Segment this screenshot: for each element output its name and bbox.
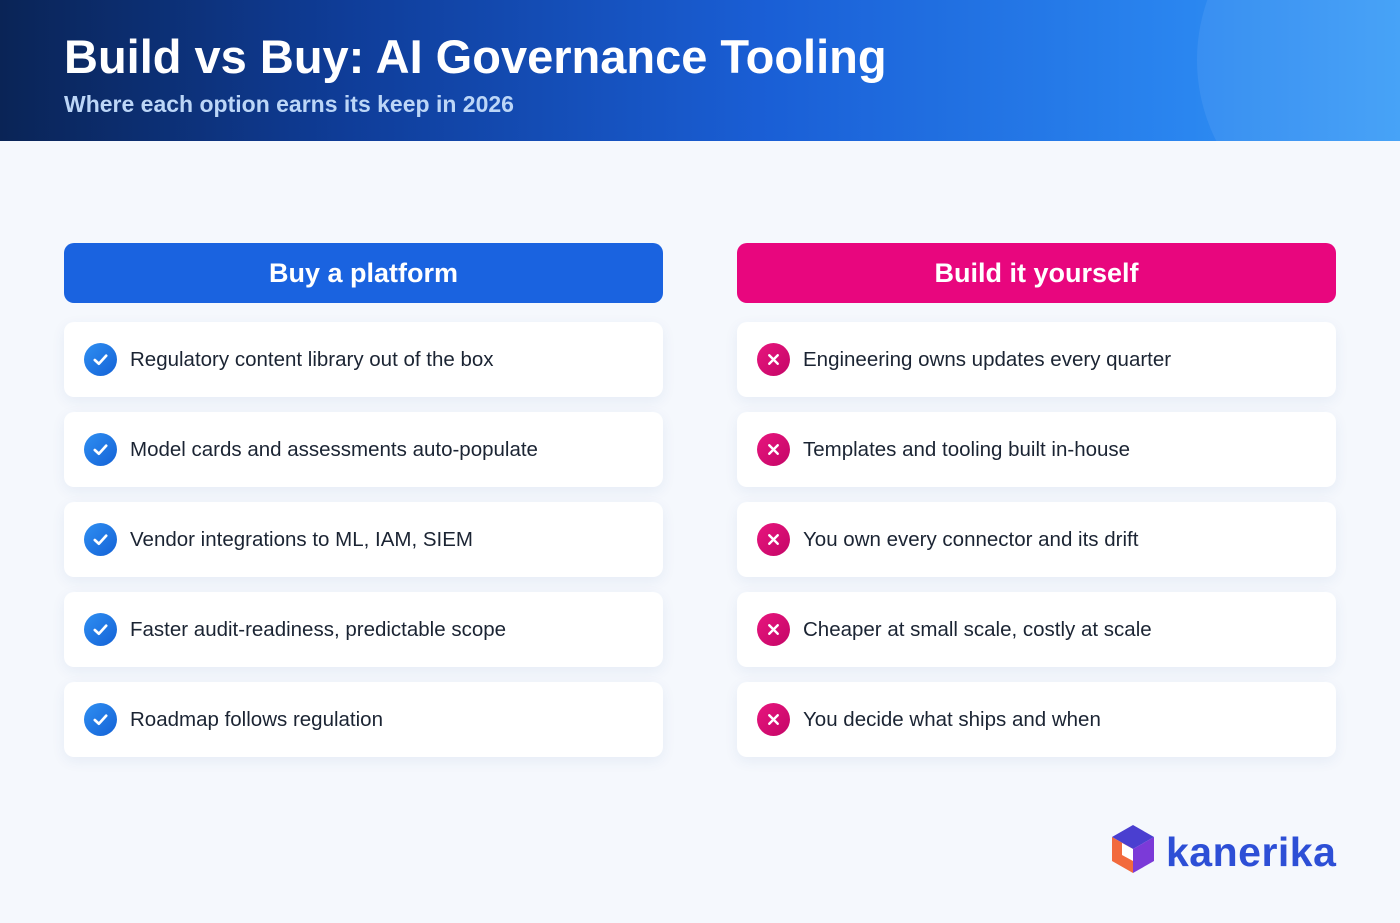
check-icon [84,703,117,736]
check-icon [84,523,117,556]
buy-item-label: Regulatory content library out of the bo… [130,347,494,371]
build-item: You decide what ships and when [737,682,1336,757]
buy-column-header: Buy a platform [64,243,663,303]
buy-column: Buy a platform Regulatory content librar… [64,243,663,772]
build-item: Cheaper at small scale, costly at scale [737,592,1336,667]
build-item-label: You decide what ships and when [803,707,1101,731]
x-icon [757,703,790,736]
build-item-label: Engineering owns updates every quarter [803,347,1172,371]
brand-logo: kanerika [1108,823,1336,880]
buy-item: Regulatory content library out of the bo… [64,322,663,397]
buy-item: Faster audit-readiness, predictable scop… [64,592,663,667]
buy-item: Vendor integrations to ML, IAM, SIEM [64,502,663,577]
page-title: Build vs Buy: AI Governance Tooling [64,30,887,83]
brand-name: kanerika [1166,828,1337,875]
buy-item: Roadmap follows regulation [64,682,663,757]
build-item: You own every connector and its drift [737,502,1336,577]
buy-item: Model cards and assessments auto-populat… [64,412,663,487]
check-icon [84,613,117,646]
check-icon [84,343,117,376]
x-icon [757,613,790,646]
buy-item-label: Vendor integrations to ML, IAM, SIEM [130,527,473,551]
buy-item-label: Roadmap follows regulation [130,707,383,731]
buy-item-label: Model cards and assessments auto-populat… [130,437,538,461]
build-item: Templates and tooling built in-house [737,412,1336,487]
x-icon [757,343,790,376]
build-item: Engineering owns updates every quarter [737,322,1336,397]
build-item-label: Cheaper at small scale, costly at scale [803,617,1152,641]
build-item-label: You own every connector and its drift [803,527,1139,551]
x-icon [757,433,790,466]
header-decor-circle [1197,0,1400,141]
build-column-header: Build it yourself [737,243,1336,303]
kanerika-cube-logo-icon [1108,823,1158,880]
build-column: Build it yourself Engineering owns updat… [737,243,1336,772]
buy-item-label: Faster audit-readiness, predictable scop… [130,617,507,641]
x-icon [757,523,790,556]
page-subtitle: Where each option earns its keep in 2026 [64,91,514,117]
check-icon [84,433,117,466]
build-item-label: Templates and tooling built in-house [803,437,1131,461]
header-banner: Build vs Buy: AI Governance Tooling Wher… [0,0,1400,141]
